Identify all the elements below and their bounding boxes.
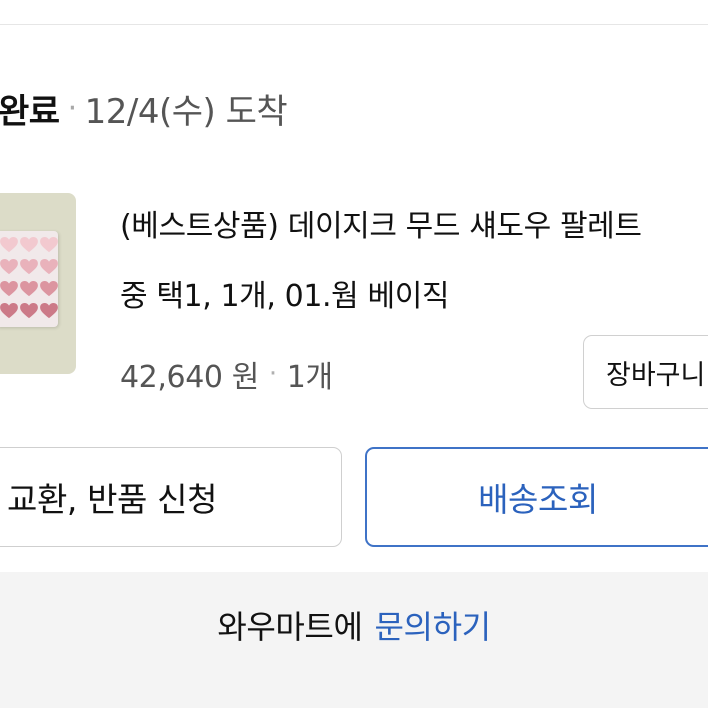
contact-row: 와우마트에 문의하기 [0,600,708,650]
palette-heart [40,259,58,275]
contact-link[interactable]: 문의하기 [375,602,492,648]
order-card: 완료 · 12/4(수) 도착 (베스트상품) 데이지크 무드 섀도우 팔레트 … [0,0,708,572]
add-to-cart-button[interactable]: 장바구니 [583,335,708,409]
arrival-date: 12/4(수) 도착 [84,91,288,132]
price-row: 42,640 원 · 1개 [120,354,333,395]
product-option: 중 택1, 1개, 01.웜 베이직 [120,279,450,314]
product-name[interactable]: (베스트상품) 데이지크 무드 섀도우 팔레트 [120,208,708,246]
palette-heart [20,259,38,275]
exchange-return-button[interactable]: 교환, 반품 신청 [0,447,342,547]
top-divider [0,24,708,25]
product-thumbnail[interactable] [0,193,76,374]
status-done-label: 완료 [0,91,60,132]
product-price: 42,640 원 [120,360,259,395]
palette-heart [40,303,58,319]
eyeshadow-palette-image [0,231,58,327]
palette-heart [0,303,18,319]
palette-heart [20,281,38,297]
palette-heart [0,281,18,297]
palette-heart [20,237,38,253]
contact-prefix: 와우마트에 [217,608,363,646]
palette-heart [40,237,58,253]
product-quantity: 1개 [286,360,333,395]
track-delivery-button[interactable]: 배송조회 [365,447,708,547]
palette-heart [0,237,18,253]
separator-dot: · [67,90,78,126]
palette-heart [40,281,58,297]
separator-dot: · [268,359,277,389]
palette-heart [20,303,38,319]
palette-heart [0,259,18,275]
delivery-status: 완료 · 12/4(수) 도착 [0,82,288,134]
